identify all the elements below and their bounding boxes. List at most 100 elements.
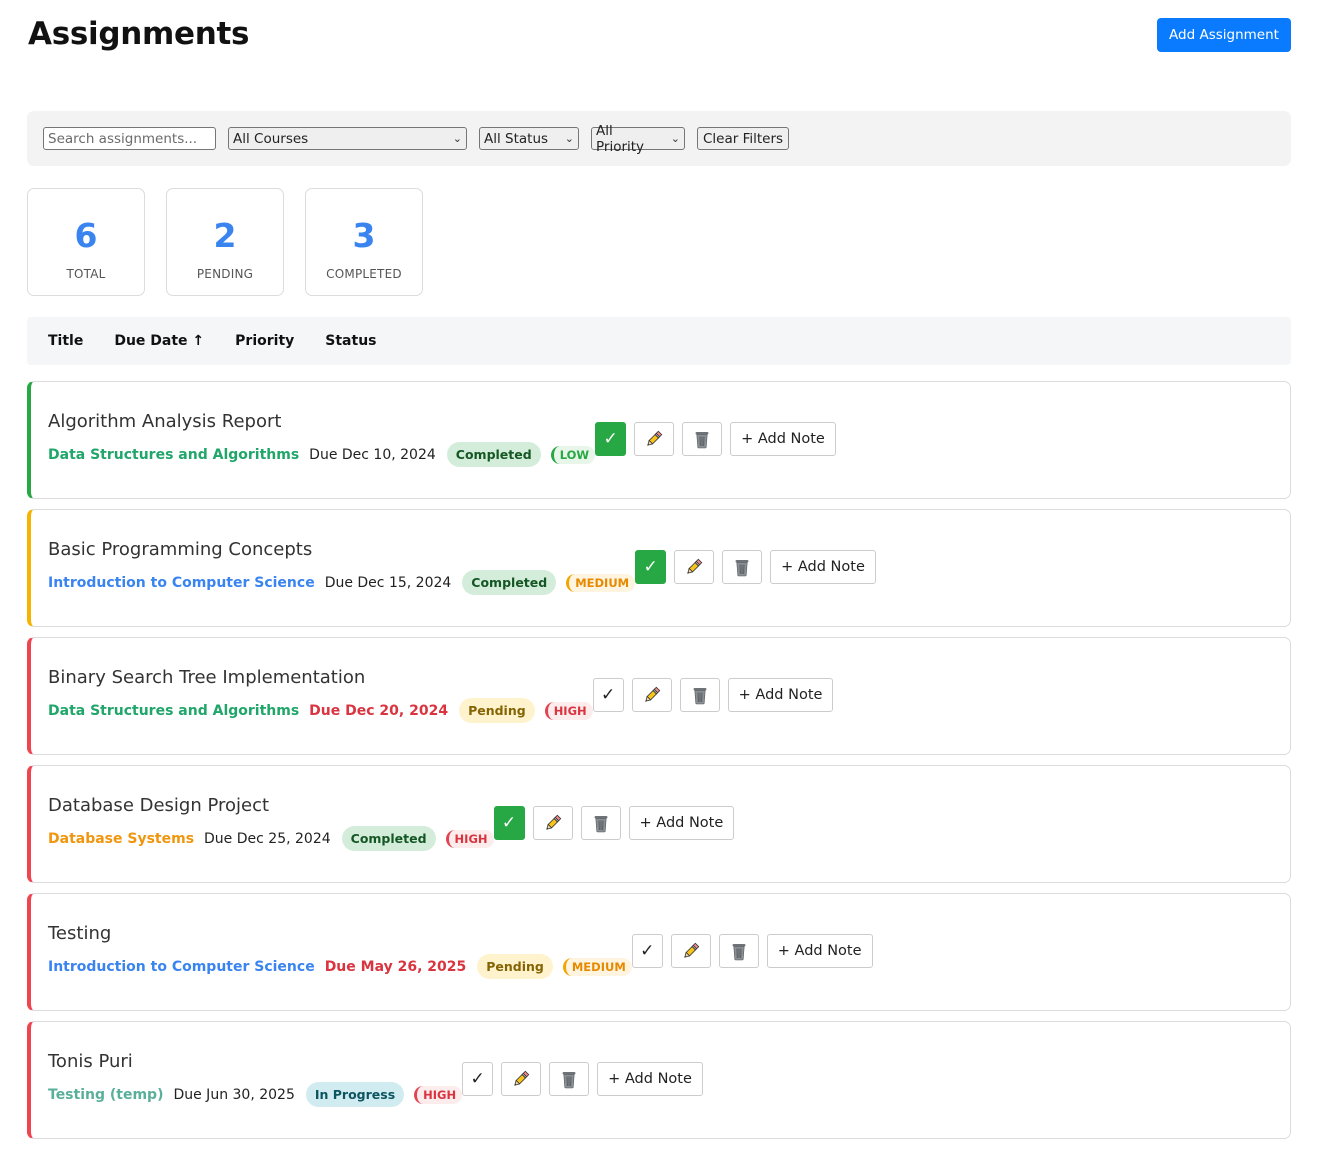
pencil-icon bbox=[647, 430, 663, 446]
checkmark-icon: ✓ bbox=[603, 429, 618, 448]
course-name: Introduction to Computer Science bbox=[48, 574, 315, 591]
assignment-card: Binary Search Tree Implementation Data S… bbox=[27, 637, 1291, 755]
course-name: Testing (temp) bbox=[48, 1086, 164, 1103]
clear-filters-button[interactable]: Clear Filters bbox=[697, 127, 790, 150]
priority-badge: HIGH bbox=[445, 829, 494, 848]
edit-button[interactable] bbox=[532, 806, 573, 840]
sort-by-due-date-button[interactable]: Due Date ↑ bbox=[114, 333, 204, 349]
status-badge: In Progress bbox=[305, 1082, 405, 1107]
edit-button[interactable] bbox=[634, 422, 675, 456]
sort-by-title-button[interactable]: Title bbox=[48, 333, 83, 349]
trash-icon bbox=[732, 944, 746, 961]
trash-icon bbox=[693, 688, 707, 705]
edit-button[interactable] bbox=[674, 550, 715, 584]
stats-row: 6 TOTAL 2 PENDING 3 COMPLETED bbox=[27, 188, 1307, 296]
assignment-meta: Testing (temp) Due Jun 30, 2025 In Progr… bbox=[48, 1082, 463, 1108]
add-assignment-button[interactable]: Add Assignment bbox=[1157, 18, 1291, 52]
add-note-button[interactable]: + Add Note bbox=[770, 550, 876, 584]
checkmark-icon: ✓ bbox=[501, 813, 517, 832]
course-filter-select[interactable]: All Courses ⌄ bbox=[228, 127, 467, 150]
stat-label: PENDING bbox=[196, 267, 254, 281]
stat-card-total: 6 TOTAL bbox=[27, 188, 145, 296]
pencil-icon bbox=[687, 558, 703, 574]
assignment-meta: Database Systems Due Dec 25, 2024 Comple… bbox=[48, 826, 494, 852]
toggle-complete-button[interactable]: ✓ bbox=[595, 422, 627, 456]
trash-icon bbox=[695, 432, 709, 449]
card-actions: ✓ + Add Note bbox=[462, 1062, 703, 1096]
page: Assignments Add Assignment Search assign… bbox=[0, 0, 1334, 1166]
add-note-button[interactable]: + Add Note bbox=[766, 934, 873, 968]
add-note-button[interactable]: + Add Note bbox=[727, 678, 834, 712]
assignment-title: Testing bbox=[48, 922, 112, 944]
assignment-card: Algorithm Analysis Report Data Structure… bbox=[27, 381, 1291, 499]
status-badge: Pending bbox=[459, 698, 535, 723]
assignment-info: Testing Introduction to Computer Science… bbox=[48, 922, 632, 980]
stat-card-completed: 3 COMPLETED bbox=[305, 188, 423, 296]
checkmark-icon: ✓ bbox=[470, 1069, 485, 1088]
priority-badge: HIGH bbox=[414, 1085, 463, 1104]
delete-button[interactable] bbox=[718, 934, 759, 968]
delete-button[interactable] bbox=[549, 1062, 590, 1096]
priority-badge: HIGH bbox=[544, 701, 593, 720]
toggle-complete-button[interactable]: ✓ bbox=[635, 550, 667, 584]
stat-label: TOTAL bbox=[66, 267, 106, 281]
stat-label: COMPLETED bbox=[326, 267, 402, 281]
pencil-icon bbox=[514, 1070, 530, 1086]
page-title: Assignments bbox=[28, 16, 250, 52]
sort-by-status-button[interactable]: Status bbox=[325, 333, 376, 349]
stat-value: 2 bbox=[213, 216, 237, 255]
priority-filter-select[interactable]: All Priority ⌄ bbox=[591, 123, 685, 155]
toggle-complete-button[interactable]: ✓ bbox=[493, 806, 525, 840]
assignment-title: Algorithm Analysis Report bbox=[48, 410, 282, 432]
delete-button[interactable] bbox=[580, 806, 621, 840]
filter-bar: Search assignments... All Courses ⌄ All … bbox=[27, 111, 1291, 166]
checkmark-icon: ✓ bbox=[601, 685, 616, 704]
sort-by-priority-button[interactable]: Priority bbox=[235, 333, 294, 349]
pencil-icon bbox=[644, 686, 660, 702]
edit-button[interactable] bbox=[501, 1062, 542, 1096]
trash-icon bbox=[594, 816, 608, 833]
card-actions: ✓ + Add Note bbox=[493, 806, 735, 840]
assignment-info: Algorithm Analysis Report Data Structure… bbox=[48, 410, 596, 468]
toggle-complete-button[interactable]: ✓ bbox=[592, 678, 624, 712]
edit-button[interactable] bbox=[670, 934, 711, 968]
course-name: Database Systems bbox=[48, 830, 195, 847]
status-filter-value: All Status bbox=[484, 130, 549, 147]
toggle-complete-button[interactable]: ✓ bbox=[631, 934, 663, 968]
course-filter-value: All Courses bbox=[233, 130, 309, 147]
due-date: Due Jun 30, 2025 bbox=[173, 1086, 295, 1103]
course-name: Data Structures and Algorithms bbox=[48, 702, 300, 719]
assignment-list: Algorithm Analysis Report Data Structure… bbox=[27, 381, 1307, 1139]
stat-value: 6 bbox=[74, 216, 98, 255]
assignment-card: Tonis Puri Testing (temp) Due Jun 30, 20… bbox=[27, 1021, 1291, 1139]
add-note-button[interactable]: + Add Note bbox=[597, 1062, 703, 1096]
priority-badge: MEDIUM bbox=[562, 957, 632, 976]
add-note-button[interactable]: + Add Note bbox=[628, 806, 735, 840]
assignment-title: Binary Search Tree Implementation bbox=[48, 666, 366, 688]
assignment-card: Testing Introduction to Computer Science… bbox=[27, 893, 1291, 1011]
status-filter-select[interactable]: All Status ⌄ bbox=[479, 127, 579, 150]
priority-badge: MEDIUM bbox=[566, 573, 636, 592]
due-date: Due Dec 15, 2024 bbox=[324, 574, 452, 591]
add-note-button[interactable]: + Add Note bbox=[730, 422, 836, 456]
pencil-icon bbox=[683, 942, 700, 958]
search-input[interactable]: Search assignments... bbox=[43, 127, 216, 150]
edit-button[interactable] bbox=[631, 678, 672, 712]
stat-value: 3 bbox=[352, 216, 376, 255]
delete-button[interactable] bbox=[682, 422, 723, 456]
card-actions: ✓ + Add Note bbox=[592, 678, 834, 712]
assignment-title: Tonis Puri bbox=[48, 1050, 133, 1072]
status-badge: Completed bbox=[341, 826, 436, 851]
chevron-down-icon: ⌄ bbox=[670, 132, 680, 145]
assignment-info: Basic Programming Concepts Introduction … bbox=[48, 539, 636, 596]
delete-button[interactable] bbox=[722, 550, 763, 584]
priority-filter-value: All Priority bbox=[596, 122, 645, 155]
assignment-title: Database Design Project bbox=[48, 794, 270, 816]
card-actions: ✓ + Add Note bbox=[595, 422, 836, 456]
delete-button[interactable] bbox=[679, 678, 720, 712]
assignment-card: Database Design Project Database Systems… bbox=[27, 765, 1291, 883]
assignment-card: Basic Programming Concepts Introduction … bbox=[27, 509, 1291, 627]
toggle-complete-button[interactable]: ✓ bbox=[462, 1062, 494, 1096]
priority-badge: LOW bbox=[550, 445, 596, 464]
course-name: Data Structures and Algorithms bbox=[48, 446, 300, 463]
